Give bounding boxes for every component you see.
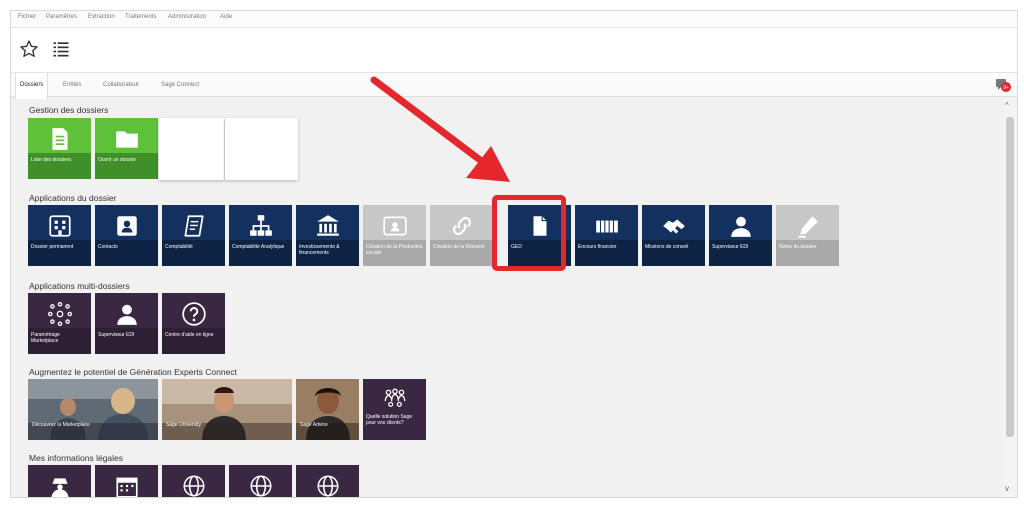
tile-empty	[225, 118, 298, 180]
tile-legal-web-2[interactable]	[229, 465, 292, 497]
tile-legal-calendar[interactable]	[95, 465, 158, 497]
tile-label: Investissements & financements	[299, 244, 340, 256]
menu-extraction[interactable]: Extraction	[88, 14, 115, 20]
tile-label: Quelle solution Sage pour vos clients?	[366, 414, 413, 426]
tile-ouvrir-dossier[interactable]: Ouvrir un dossier	[95, 118, 158, 179]
question-icon	[181, 302, 206, 326]
scroll-down-icon[interactable]: v	[1005, 484, 1009, 493]
people-icon	[384, 388, 405, 407]
scroll-up-icon[interactable]: ^	[1005, 101, 1009, 110]
tile-legal-info[interactable]	[28, 465, 91, 497]
section-title-gestion: Gestion des dossiers	[29, 105, 109, 115]
tile-label: Création de la Production sociale	[366, 244, 423, 256]
annotation-arrow-icon	[370, 76, 510, 182]
building-icon	[48, 215, 71, 237]
tile-decouvrez-marketplace[interactable]: Découvrez la Marketplace	[28, 379, 158, 440]
ledger-icon	[183, 215, 204, 237]
tab-dossiers[interactable]: Dossiers	[15, 73, 49, 99]
org-chart-icon	[249, 215, 272, 236]
tile-label: Ouvrir un dossier	[98, 157, 137, 163]
user-icon	[116, 304, 137, 325]
tile-centre-aide[interactable]: Centre d'aide en ligne	[162, 293, 225, 354]
tile-comptabilite[interactable]: Comptabilité	[162, 205, 225, 266]
section-title-applications: Applications du dossier	[29, 193, 117, 203]
folder-icon	[115, 131, 138, 148]
tile-sage-university[interactable]: Sage University	[162, 379, 292, 440]
tab-collaborateur[interactable]: Collaborateur	[103, 73, 139, 98]
toolbar	[11, 28, 1017, 72]
section-title-multi: Applications multi-dossiers	[29, 281, 130, 291]
document-icon	[51, 128, 68, 150]
tab-sage-connect[interactable]: Sage Connect	[161, 73, 199, 98]
tile-label: Notes du dossier	[779, 244, 817, 250]
section-title-legales: Mes informations légales	[29, 453, 124, 463]
menu-traitements[interactable]: Traitements	[125, 14, 156, 20]
money-icon	[595, 220, 618, 233]
menu-fichier[interactable]: Fichier	[18, 14, 36, 20]
tile-investissements[interactable]: Investissements & financements	[296, 205, 359, 266]
detective-icon	[51, 478, 68, 497]
tile-label: Superviseur EDI	[98, 332, 135, 338]
handshake-icon	[662, 219, 685, 234]
tile-legal-web-3[interactable]	[296, 465, 359, 497]
network-icon	[47, 301, 72, 327]
menu-parametres[interactable]: Paramètres	[46, 14, 77, 20]
tile-comptabilite-analytique[interactable]: Comptabilité Analytique	[229, 205, 292, 266]
list-icon[interactable]	[51, 39, 71, 59]
tile-legal-web-1[interactable]	[162, 465, 225, 497]
tile-dossier-permanent[interactable]: Dossier permanent	[28, 205, 91, 266]
menu-bar: Fichier Paramètres Extraction Traitement…	[11, 11, 1017, 28]
tile-quelle-solution[interactable]: Quelle solution Sage pour vos clients?	[363, 379, 426, 440]
id-card-icon	[382, 216, 407, 236]
notification-badge: 9+	[1003, 85, 1009, 91]
tile-label: Paramétrage Marketplace	[31, 332, 60, 344]
tile-notes-dossier[interactable]: Notes du dossier	[776, 205, 839, 266]
tile-revision[interactable]: Création de la Révision	[430, 205, 493, 266]
photo-portrait-icon	[296, 379, 359, 440]
tile-production-sociale[interactable]: Création de la Production sociale	[363, 205, 426, 266]
tile-label: Comptabilité Analytique	[232, 244, 285, 250]
menu-aide[interactable]: Aide	[220, 14, 232, 20]
tile-label: Sage Advice	[300, 422, 328, 428]
tile-label: Contacts	[98, 244, 118, 250]
tile-missions-conseil[interactable]: Missions de conseil	[642, 205, 705, 266]
tile-label: Création de la Révision	[433, 244, 485, 250]
annotation-highlight-box	[492, 195, 566, 271]
tab-entites[interactable]: Entités	[63, 73, 81, 98]
tile-liste-dossiers[interactable]: Liste des dossiers	[28, 118, 91, 179]
menu-administration[interactable]: Administration	[168, 14, 206, 20]
user-icon	[730, 216, 751, 237]
tile-label: Centre d'aide en ligne	[165, 332, 214, 338]
contact-card-icon	[116, 216, 137, 236]
link-icon	[452, 216, 471, 236]
tile-label: Superviseur EDI	[712, 244, 749, 250]
scrollbar-thumb[interactable]	[1006, 117, 1014, 437]
vertical-scrollbar[interactable]: ^ v	[1003, 97, 1017, 497]
section-title-augmentez: Augmentez le potentiel de Génération Exp…	[29, 367, 237, 377]
tile-label: Découvrez la Marketplace	[32, 422, 90, 428]
pencil-icon	[797, 216, 818, 238]
globe-icon	[316, 475, 339, 497]
calendar-icon	[115, 477, 138, 497]
tile-superviseur-edi[interactable]: Superviseur EDI	[709, 205, 772, 266]
tile-label: Liste des dossiers	[31, 157, 72, 163]
tile-encours-financier[interactable]: Encours financier	[575, 205, 638, 266]
notification-icon[interactable]: 9+	[995, 77, 1011, 93]
tile-label: Missions de conseil	[645, 244, 689, 250]
tile-empty	[159, 118, 224, 180]
photo-office-icon	[28, 379, 158, 440]
star-outline-icon[interactable]	[19, 39, 39, 59]
tile-superviseur-edi-multi[interactable]: Superviseur EDI	[95, 293, 158, 354]
tile-parametrage-marketplace[interactable]: Paramétrage Marketplace	[28, 293, 91, 354]
tile-label: Encours financier	[578, 244, 617, 250]
photo-woman-icon	[162, 379, 292, 440]
tile-sage-advice[interactable]: Sage Advice	[296, 379, 359, 440]
tile-label: Sage University	[166, 422, 202, 428]
bank-icon	[316, 215, 339, 236]
tile-label: Comptabilité	[165, 244, 193, 250]
globe-icon	[182, 475, 205, 497]
globe-icon	[249, 475, 272, 497]
tile-contacts[interactable]: Contacts	[95, 205, 158, 266]
tile-label: Dossier permanent	[31, 244, 74, 250]
